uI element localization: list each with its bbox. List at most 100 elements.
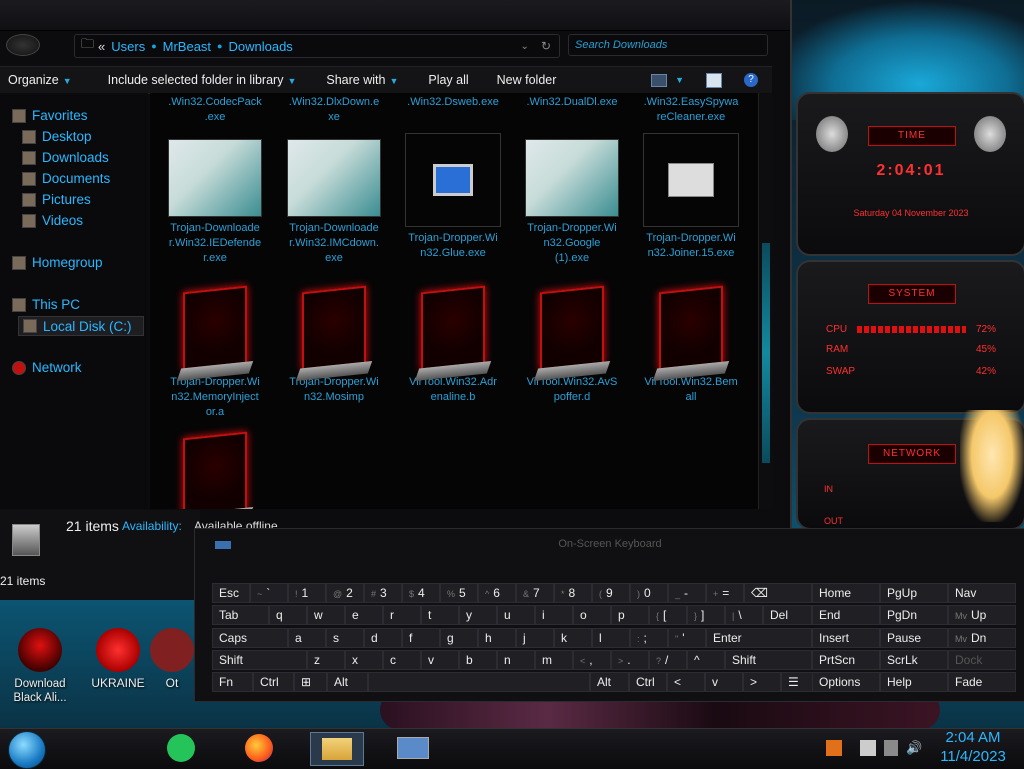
tray-app-icon[interactable] xyxy=(826,740,842,756)
key-} ][interactable]: }] xyxy=(687,605,725,625)
key-del[interactable]: Del xyxy=(763,605,812,625)
key-10[interactable]: (9 xyxy=(592,583,630,603)
breadcrumb-mrbeast[interactable]: MrBeast xyxy=(163,39,211,54)
new-folder-button[interactable]: New folder xyxy=(489,73,565,87)
play-all-button[interactable]: Play all xyxy=(420,73,476,87)
start-button[interactable] xyxy=(8,731,46,769)
key-3[interactable]: d xyxy=(364,628,402,648)
key-prtscn[interactable]: PrtScn xyxy=(812,650,880,670)
key-pgup[interactable]: PgUp xyxy=(880,583,948,603)
key-4[interactable]: #3 xyxy=(364,583,402,603)
tray-flag-icon[interactable] xyxy=(860,740,876,756)
key-11[interactable]: ) 0 xyxy=(630,583,668,603)
include-folder-button[interactable]: Include selected folder in library ▼ xyxy=(100,73,305,87)
key-o[interactable]: o xyxy=(573,605,611,625)
key-shift-right[interactable]: Shift xyxy=(725,650,812,670)
key-6[interactable]: h xyxy=(478,628,516,648)
taskbar-explorer[interactable] xyxy=(310,732,364,766)
key-5[interactable]: g xyxy=(440,628,478,648)
nav-downloads[interactable]: Downloads xyxy=(22,150,109,165)
key-{ [[interactable]: {[ xyxy=(649,605,687,625)
key-8[interactable]: <, xyxy=(573,650,611,670)
key-5[interactable]: $4 xyxy=(402,583,440,603)
desktop-icon-other[interactable]: Ot xyxy=(150,628,194,690)
key-i[interactable]: i xyxy=(535,605,573,625)
preview-pane-icon[interactable] xyxy=(706,72,722,88)
key-q[interactable]: q xyxy=(269,605,307,625)
key-4[interactable]: v xyxy=(421,650,459,670)
key-1[interactable]: a xyxy=(288,628,326,648)
key-r[interactable]: r xyxy=(383,605,421,625)
key-5[interactable]: b xyxy=(459,650,497,670)
key-9[interactable]: >. xyxy=(611,650,649,670)
taskbar-firefox[interactable] xyxy=(238,732,280,764)
key-6[interactable]: n xyxy=(497,650,535,670)
nav-favorites[interactable]: Favorites xyxy=(12,108,88,123)
nav-homegroup[interactable]: Homegroup xyxy=(12,255,103,270)
taskbar-osk[interactable] xyxy=(392,732,434,764)
key-12[interactable]: _ - xyxy=(668,583,706,603)
key-shift-left[interactable]: Shift xyxy=(212,650,307,670)
nav-this-pc[interactable]: This PC xyxy=(12,297,80,312)
file-item[interactable]: Trojan-Downloade r.Win32.IMCdown. exe xyxy=(275,139,393,266)
key-bottom-5[interactable]: Alt xyxy=(590,672,629,692)
key-esc[interactable]: Esc xyxy=(212,583,250,603)
key-nav[interactable]: Nav xyxy=(948,583,1016,603)
key-| \[interactable]: | \ xyxy=(725,605,763,625)
file-item[interactable]: Trojan-Dropper.Wi n32.Google (1).exe xyxy=(513,139,631,266)
time-gadget[interactable]: TIME 2:04:01 Saturday 04 November 2023 xyxy=(796,92,1024,256)
nav-local-disk[interactable]: Local Disk (C:) xyxy=(18,316,144,336)
file-item[interactable]: .Win32.DlxDown.e xe xyxy=(275,95,393,125)
taskbar-clock[interactable]: 2:04 AM 11/4/2023 xyxy=(930,728,1016,768)
key-w[interactable]: w xyxy=(307,605,345,625)
key-tab[interactable]: Tab xyxy=(212,605,269,625)
key-caps[interactable]: Caps xyxy=(212,628,288,648)
key-8[interactable]: k xyxy=(554,628,592,648)
key-mv-dn[interactable]: Mv Dn xyxy=(948,628,1016,648)
nav-desktop[interactable]: Desktop xyxy=(22,129,92,144)
key-7[interactable]: m xyxy=(535,650,573,670)
key-mv-up[interactable]: Mv Up xyxy=(948,605,1016,625)
key-bottom-2[interactable]: ⊞ xyxy=(294,672,327,692)
key-10[interactable]: :; xyxy=(630,628,668,648)
explorer-titlebar[interactable] xyxy=(0,0,790,31)
file-list-scrollbar[interactable] xyxy=(758,93,773,509)
address-bar[interactable]: 🗀 « Users ● MrBeast ● Downloads ⌄ ↻ xyxy=(74,34,560,58)
key-7[interactable]: ^ 6 xyxy=(478,583,516,603)
breadcrumb-users[interactable]: Users xyxy=(111,39,145,54)
nav-videos[interactable]: Videos xyxy=(22,213,83,228)
key-bottom-8[interactable]: v xyxy=(705,672,743,692)
key-3[interactable]: @2 xyxy=(326,583,364,603)
file-item[interactable]: VirTool.Win32.Adr enaline.b xyxy=(394,285,512,405)
address-dropdown-icon[interactable]: ⌄ xyxy=(521,41,529,52)
back-chevrons-icon[interactable]: « xyxy=(98,39,105,54)
system-gadget[interactable]: SYSTEM CPU 72% RAM 45% SWAP 42% xyxy=(796,260,1024,414)
scrollbar-thumb[interactable] xyxy=(762,243,770,463)
key-e[interactable]: e xyxy=(345,605,383,625)
file-item[interactable]: VirTool.Win32.AvS poffer.d xyxy=(513,285,631,405)
nav-network[interactable]: Network xyxy=(12,360,82,375)
key-p[interactable]: p xyxy=(611,605,649,625)
key-bottom-3[interactable]: Alt xyxy=(327,672,368,692)
help-icon[interactable]: ? xyxy=(744,73,758,87)
key-pgdn[interactable]: PgDn xyxy=(880,605,948,625)
key-bottom-9[interactable]: > xyxy=(743,672,781,692)
breadcrumb-downloads[interactable]: Downloads xyxy=(228,39,292,54)
organize-button[interactable]: Organize ▼ xyxy=(0,73,80,87)
key-11[interactable]: " ' xyxy=(668,628,706,648)
key-2[interactable]: x xyxy=(345,650,383,670)
key-8[interactable]: & 7 xyxy=(516,583,554,603)
key-pause[interactable]: Pause xyxy=(880,628,948,648)
desktop-icon-ukraine[interactable]: UKRAINE xyxy=(78,628,158,690)
key-bottom-7[interactable]: < xyxy=(667,672,705,692)
search-input[interactable]: Search Downloads xyxy=(568,34,768,56)
breadcrumb-separator-icon[interactable]: ● xyxy=(217,41,222,51)
file-item[interactable]: .Win32.Dsweb.exe xyxy=(394,95,512,110)
key-bottom-6[interactable]: Ctrl xyxy=(629,672,667,692)
nav-pictures[interactable]: Pictures xyxy=(22,192,91,207)
key-help[interactable]: Help xyxy=(880,672,948,692)
key-options[interactable]: Options xyxy=(812,672,880,692)
key-backspace[interactable]: ⌫ xyxy=(744,583,812,603)
desktop-icon-download[interactable]: Download Black Ali... xyxy=(0,628,80,704)
key-home[interactable]: Home xyxy=(812,583,880,603)
